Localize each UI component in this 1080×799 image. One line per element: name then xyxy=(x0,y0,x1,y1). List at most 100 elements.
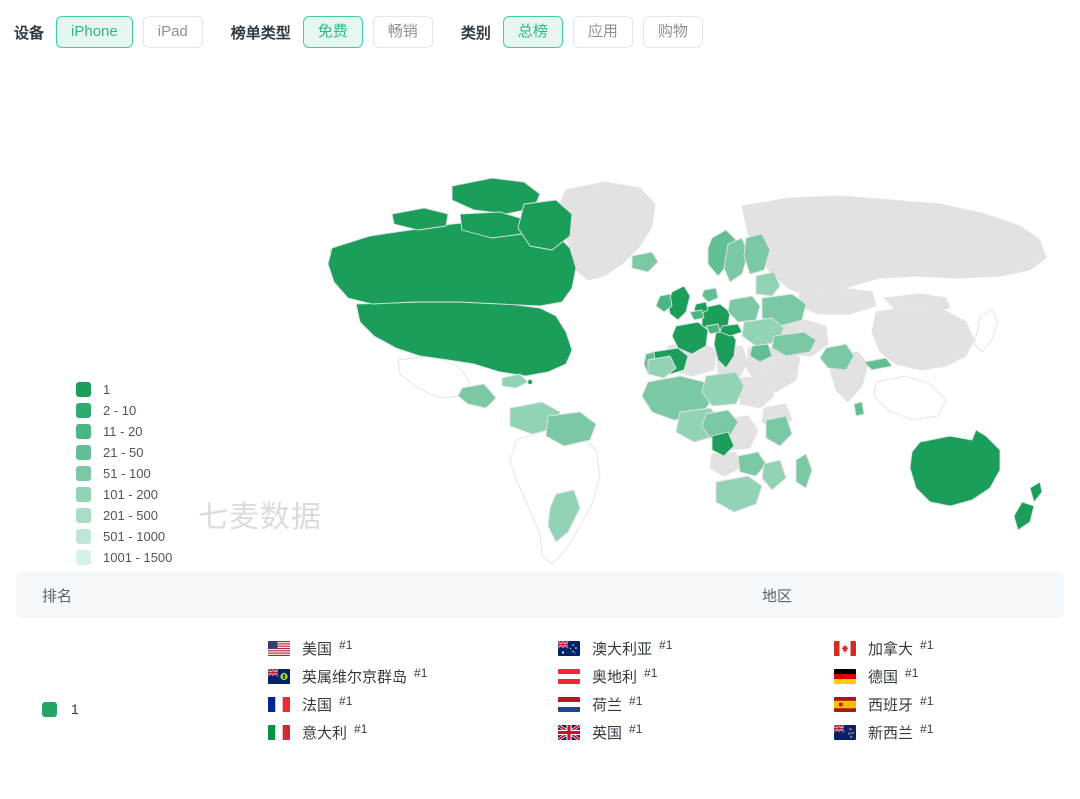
map-region-south-africa[interactable] xyxy=(716,476,762,512)
country-name-au: 澳大利亚 xyxy=(592,638,652,659)
filter-list-type-free[interactable]: 免费 xyxy=(303,16,363,48)
world-map-chart: 七麦数据 1 2 - 10 11 - 20 21 - 50 51 - 100 1… xyxy=(0,64,1080,572)
legend-label-7: 201 - 500 xyxy=(103,508,158,523)
country-rank-es: #1 xyxy=(920,694,933,708)
filter-category-shopping[interactable]: 购物 xyxy=(643,16,703,48)
list-item-de[interactable]: 德国 #1 xyxy=(834,664,1064,688)
legend-swatch-2 xyxy=(76,403,91,418)
country-rank-au: #1 xyxy=(659,638,672,652)
list-item-us[interactable]: 美国 #1 xyxy=(268,636,558,660)
map-region-poland[interactable] xyxy=(728,296,760,322)
map-region-mozambique[interactable] xyxy=(762,460,786,490)
region-column-2: 澳大利亚 #1 奥地利 #1 xyxy=(558,636,834,744)
legend-item-5[interactable]: 51 - 100 xyxy=(76,466,172,481)
table-row-rank-cell: 1 xyxy=(16,636,268,744)
map-region-australia[interactable] xyxy=(910,430,1000,506)
map-region-kazakhstan[interactable] xyxy=(798,288,876,314)
map-region-iceland[interactable] xyxy=(632,252,658,272)
legend-item-6[interactable]: 101 - 200 xyxy=(76,487,172,502)
map-region-denmark[interactable] xyxy=(702,288,718,302)
legend-label-6: 101 - 200 xyxy=(103,487,158,502)
country-rank-vg: #1 xyxy=(414,666,427,680)
legend-swatch-8 xyxy=(76,529,91,544)
table-row-region-cell: 美国 #1 xyxy=(268,636,1064,744)
list-item-nl[interactable]: 荷兰 #1 xyxy=(558,692,834,716)
map-region-zambia[interactable] xyxy=(738,452,766,476)
map-region-sweden[interactable] xyxy=(724,238,748,282)
country-name-us: 美国 xyxy=(302,638,332,659)
flag-de-icon xyxy=(834,669,856,684)
filter-bar: 设备 iPhone iPad 榜单类型 免费 畅销 类别 总榜 应用 购物 xyxy=(0,0,1080,64)
list-item-au[interactable]: 澳大利亚 #1 xyxy=(558,636,834,660)
legend-swatch-7 xyxy=(76,508,91,523)
filter-device-iphone[interactable]: iPhone xyxy=(56,16,133,48)
map-region-mexico-outline[interactable] xyxy=(398,356,470,398)
legend-label-1: 1 xyxy=(103,382,110,397)
legend-item-4[interactable]: 21 - 50 xyxy=(76,445,172,460)
legend-swatch-5 xyxy=(76,466,91,481)
filter-category-overall[interactable]: 总榜 xyxy=(503,16,563,48)
country-name-nz: 新西兰 xyxy=(868,722,913,743)
table-header-region: 地区 xyxy=(762,585,792,606)
watermark: 七麦数据 xyxy=(198,492,322,536)
list-item-vg[interactable]: 英属维尔京群岛 #1 xyxy=(268,664,558,688)
list-item-gb[interactable]: 英国 #1 xyxy=(558,720,834,744)
map-region-madagascar[interactable] xyxy=(796,454,812,488)
map-region-morocco[interactable] xyxy=(648,356,676,378)
list-item-es[interactable]: 西班牙 #1 xyxy=(834,692,1064,716)
map-region-russia[interactable] xyxy=(742,196,1046,296)
legend-label-8: 501 - 1000 xyxy=(103,529,165,544)
legend-item-1[interactable]: 1 xyxy=(76,382,172,397)
legend-swatch-3 xyxy=(76,424,91,439)
map-region-new-zealand[interactable] xyxy=(1014,482,1042,530)
map-region-canada-arctic-2[interactable] xyxy=(392,208,448,230)
list-item-it[interactable]: 意大利 #1 xyxy=(268,720,558,744)
map-region-sri-lanka[interactable] xyxy=(854,402,864,416)
map-legend: 1 2 - 10 11 - 20 21 - 50 51 - 100 101 - … xyxy=(76,382,172,565)
flag-us-icon xyxy=(268,641,290,656)
list-item-fr[interactable]: 法国 #1 xyxy=(268,692,558,716)
legend-label-5: 51 - 100 xyxy=(103,466,151,481)
map-region-nepal-bhutan[interactable] xyxy=(864,358,892,370)
country-name-de: 德国 xyxy=(868,666,898,687)
filter-list-type-grossing[interactable]: 畅销 xyxy=(373,16,433,48)
legend-item-9[interactable]: 1001 - 1500 xyxy=(76,550,172,565)
map-region-british-virgin-islands[interactable] xyxy=(528,380,532,384)
list-item-nz[interactable]: 新西兰 #1 xyxy=(834,720,1064,744)
legend-item-8[interactable]: 501 - 1000 xyxy=(76,529,172,544)
legend-swatch-4 xyxy=(76,445,91,460)
map-region-central-america[interactable] xyxy=(458,384,496,408)
country-name-nl: 荷兰 xyxy=(592,694,622,715)
rank-color-swatch xyxy=(42,702,57,717)
legend-item-7[interactable]: 201 - 500 xyxy=(76,508,172,523)
filter-device-ipad[interactable]: iPad xyxy=(143,16,203,48)
legend-item-2[interactable]: 2 - 10 xyxy=(76,403,172,418)
legend-label-9: 1001 - 1500 xyxy=(103,550,172,565)
flag-gb-icon xyxy=(558,725,580,740)
filter-group-device: 设备 iPhone iPad xyxy=(14,16,213,48)
country-rank-us: #1 xyxy=(339,638,352,652)
list-item-ca[interactable]: 加拿大 #1 xyxy=(834,636,1064,660)
table-header-row: 排名 地区 xyxy=(16,572,1064,618)
list-item-at[interactable]: 奥地利 #1 xyxy=(558,664,834,688)
map-region-sudan[interactable] xyxy=(740,376,774,408)
filter-category-apps[interactable]: 应用 xyxy=(573,16,633,48)
country-rank-fr: #1 xyxy=(339,694,352,708)
filter-label-device: 设备 xyxy=(14,22,44,43)
rank-table: 排名 地区 1 xyxy=(0,572,1080,744)
filter-label-category: 类别 xyxy=(461,22,491,43)
map-region-southeast-asia-outline[interactable] xyxy=(874,376,946,420)
map-region-belgium[interactable] xyxy=(690,310,704,320)
map-region-japan-outline[interactable] xyxy=(974,310,998,352)
map-region-niger-chad[interactable] xyxy=(702,372,744,406)
map-region-united-states[interactable] xyxy=(356,302,572,376)
legend-swatch-6 xyxy=(76,487,91,502)
country-rank-gb: #1 xyxy=(629,722,642,736)
flag-nz-icon xyxy=(834,725,856,740)
country-name-gb: 英国 xyxy=(592,722,622,743)
table-header-rank: 排名 xyxy=(42,585,762,606)
country-rank-de: #1 xyxy=(905,666,918,680)
legend-item-3[interactable]: 11 - 20 xyxy=(76,424,172,439)
legend-swatch-1 xyxy=(76,382,91,397)
legend-label-4: 21 - 50 xyxy=(103,445,143,460)
